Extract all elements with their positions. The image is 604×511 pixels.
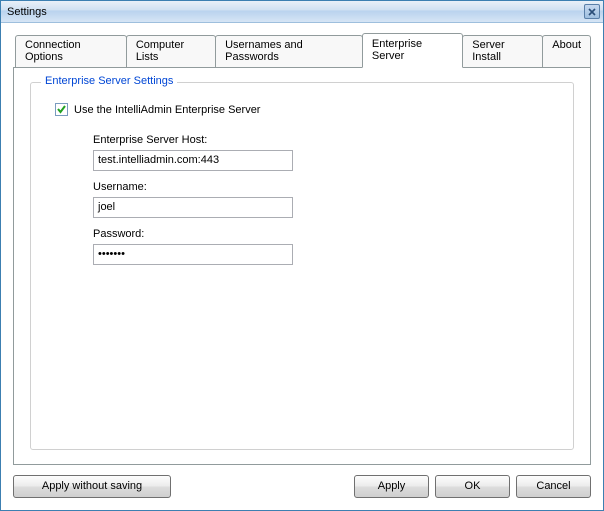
- window-title: Settings: [1, 6, 47, 18]
- cancel-button[interactable]: Cancel: [516, 475, 591, 498]
- right-buttons: Apply OK Cancel: [354, 475, 591, 498]
- password-label: Password:: [93, 228, 303, 240]
- username-label: Username:: [93, 181, 303, 193]
- tab-usernames-passwords[interactable]: Usernames and Passwords: [215, 35, 363, 67]
- tab-control: Connection Options Computer Lists Userna…: [13, 33, 591, 465]
- tab-connection-options[interactable]: Connection Options: [15, 35, 127, 67]
- client-area: Connection Options Computer Lists Userna…: [1, 23, 603, 510]
- tab-about[interactable]: About: [542, 35, 591, 67]
- host-label: Enterprise Server Host:: [93, 134, 303, 146]
- apply-without-saving-button[interactable]: Apply without saving: [13, 475, 171, 498]
- use-enterprise-row: Use the IntelliAdmin Enterprise Server: [55, 103, 555, 116]
- groupbox-title: Enterprise Server Settings: [41, 75, 177, 87]
- tab-enterprise-server[interactable]: Enterprise Server: [362, 33, 463, 68]
- use-enterprise-checkbox[interactable]: [55, 103, 68, 116]
- titlebar: Settings: [1, 1, 603, 23]
- tab-computer-lists[interactable]: Computer Lists: [126, 35, 216, 67]
- tabstrip: Connection Options Computer Lists Userna…: [13, 33, 591, 67]
- button-row: Apply without saving Apply OK Cancel: [13, 475, 591, 498]
- apply-button[interactable]: Apply: [354, 475, 429, 498]
- username-input[interactable]: joel: [93, 197, 293, 218]
- form-area: Enterprise Server Host: test.intelliadmi…: [93, 134, 303, 265]
- host-input[interactable]: test.intelliadmin.com:443: [93, 150, 293, 171]
- enterprise-server-groupbox: Enterprise Server Settings Use the Intel…: [30, 82, 574, 450]
- checkmark-icon: [56, 104, 67, 115]
- settings-window: Settings Connection Options Computer Lis…: [0, 0, 604, 511]
- ok-button[interactable]: OK: [435, 475, 510, 498]
- close-button[interactable]: [584, 4, 600, 19]
- tabpage-enterprise-server: Enterprise Server Settings Use the Intel…: [13, 67, 591, 465]
- close-icon: [588, 8, 596, 16]
- tab-server-install[interactable]: Server Install: [462, 35, 543, 67]
- password-input[interactable]: •••••••: [93, 244, 293, 265]
- use-enterprise-label: Use the IntelliAdmin Enterprise Server: [74, 104, 260, 116]
